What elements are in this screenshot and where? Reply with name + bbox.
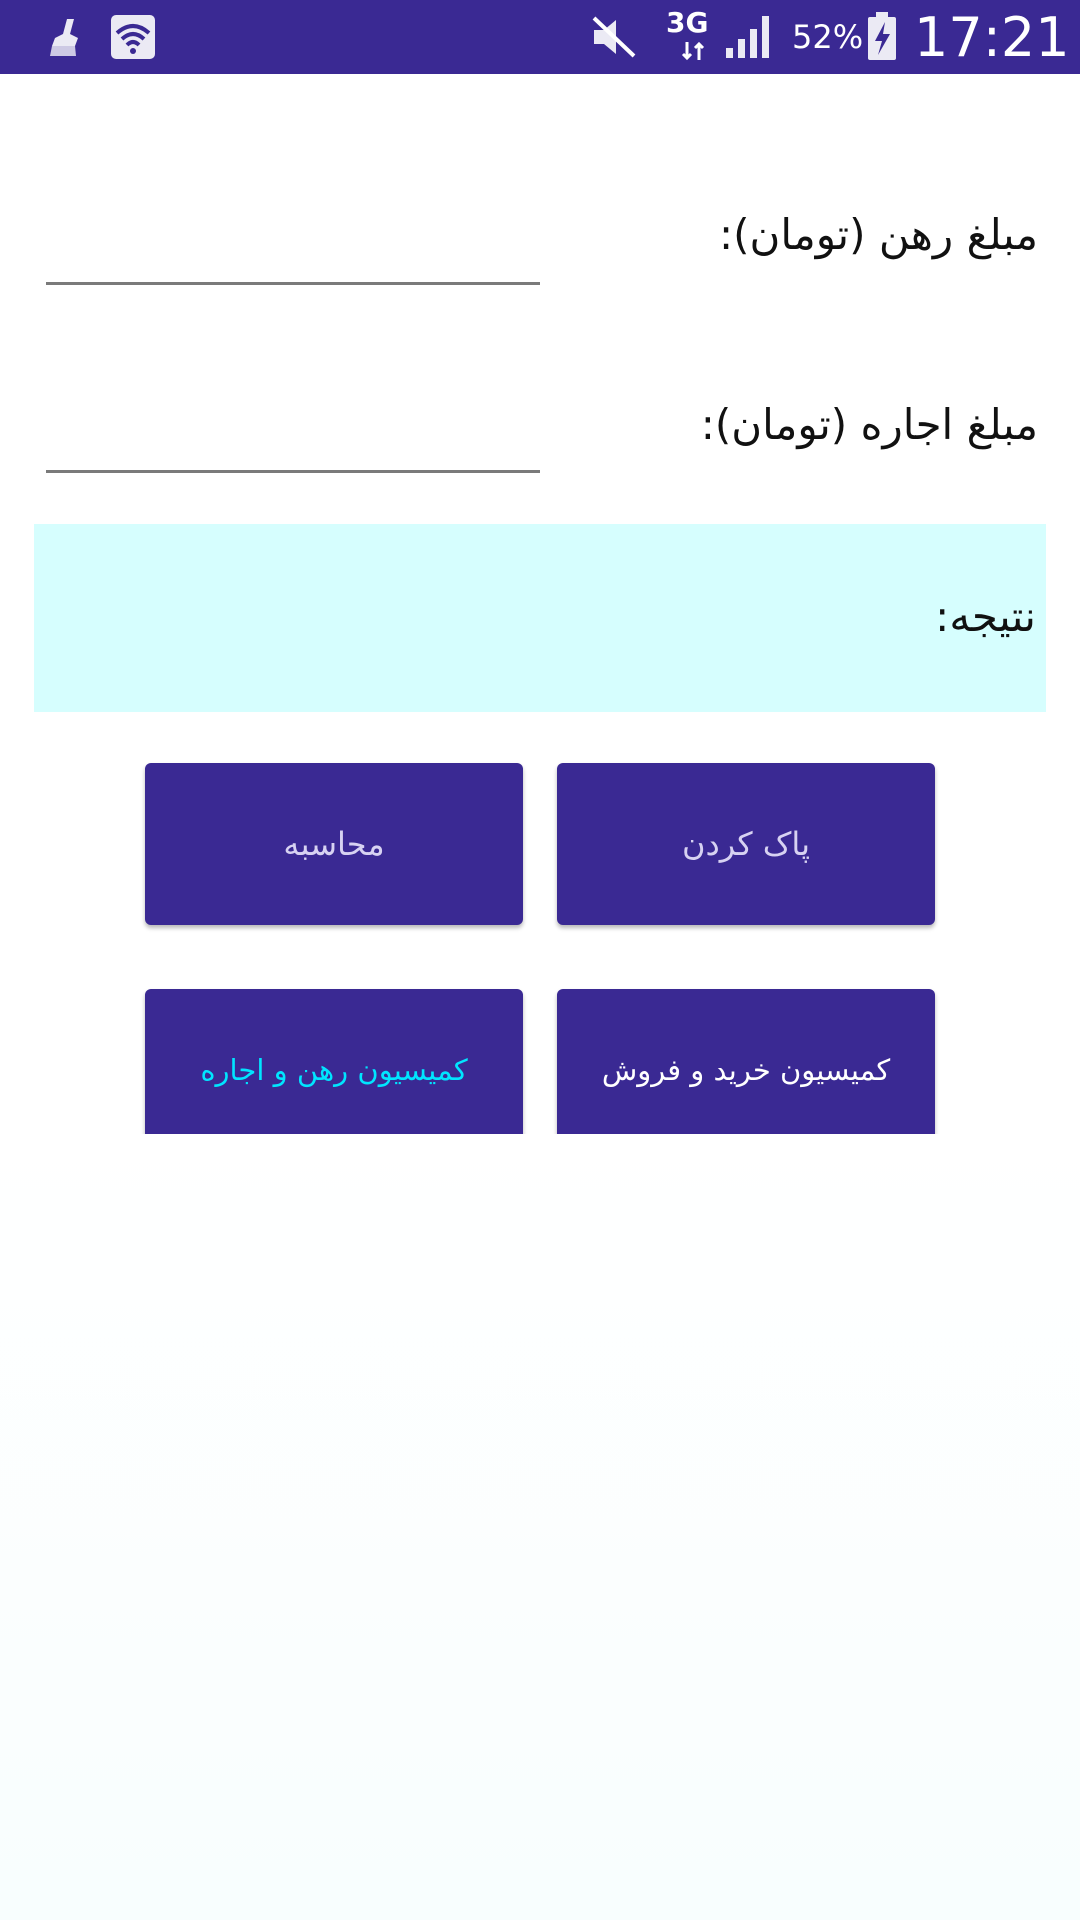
status-bar: 3G 52% 17:21 bbox=[0, 0, 1080, 74]
clear-button[interactable]: پاک کردن bbox=[557, 763, 935, 925]
mute-icon bbox=[592, 16, 636, 58]
empty-area bbox=[0, 1134, 1080, 1920]
calculator-form: مبلغ رهن (تومان): مبلغ اجاره (تومان): نت… bbox=[0, 74, 1080, 1920]
battery-icon bbox=[868, 12, 896, 60]
signal-icon bbox=[726, 16, 769, 58]
result-label: نتیجه: bbox=[935, 592, 1036, 641]
network-type: 3G bbox=[666, 6, 709, 39]
rent-amount-input[interactable] bbox=[46, 400, 540, 473]
sale-commission-button[interactable]: کمیسیون خرید و فروش bbox=[557, 989, 935, 1151]
battery-percent: 52% bbox=[792, 18, 864, 56]
deposit-amount-label: مبلغ رهن (تومان): bbox=[719, 210, 1038, 259]
clock: 17:21 bbox=[914, 6, 1070, 69]
result-panel: نتیجه: bbox=[34, 524, 1046, 712]
rent-commission-button[interactable]: کمیسیون رهن و اجاره bbox=[145, 989, 523, 1151]
deposit-amount-input[interactable] bbox=[46, 212, 540, 285]
calculate-button[interactable]: محاسبه bbox=[145, 763, 523, 925]
data-arrows-icon bbox=[681, 41, 705, 61]
rent-amount-label: مبلغ اجاره (تومان): bbox=[700, 400, 1038, 449]
wifi-icon bbox=[111, 15, 155, 59]
cleaner-icon bbox=[50, 19, 78, 56]
